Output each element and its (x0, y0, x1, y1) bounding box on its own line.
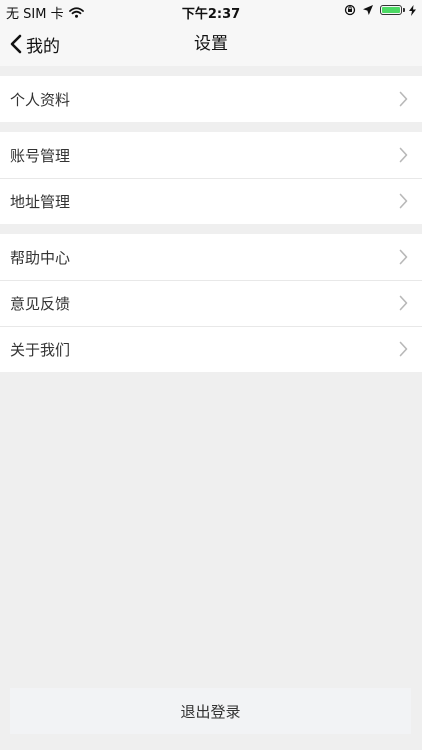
chevron-right-icon (399, 249, 408, 265)
chevron-right-icon (399, 341, 408, 357)
settings-item-label: 地址管理 (10, 192, 71, 211)
status-right (344, 4, 416, 16)
settings-item-help[interactable]: 帮助中心 (0, 234, 422, 280)
page-title: 设置 (194, 34, 228, 54)
settings-item-label: 账号管理 (10, 146, 71, 165)
settings-item-feedback[interactable]: 意见反馈 (0, 280, 422, 326)
settings-item-label: 关于我们 (10, 340, 71, 359)
orientation-lock-icon (344, 4, 356, 16)
charging-bolt-icon (409, 4, 416, 16)
settings-group-support: 帮助中心 意见反馈 关于我们 (0, 234, 422, 372)
battery-level (382, 7, 400, 13)
status-bar: 无 SIM 卡 下午2:37 (0, 0, 422, 22)
settings-item-label: 帮助中心 (10, 248, 71, 267)
chevron-right-icon (399, 193, 408, 209)
settings-group-profile: 个人资料 (0, 76, 422, 122)
battery-cap (403, 8, 405, 12)
settings-item-about[interactable]: 关于我们 (0, 326, 422, 372)
settings-item-label: 个人资料 (10, 90, 71, 109)
chevron-right-icon (399, 147, 408, 163)
settings-item-account[interactable]: 账号管理 (0, 132, 422, 178)
chevron-right-icon (399, 91, 408, 107)
settings-item-address[interactable]: 地址管理 (0, 178, 422, 224)
settings-item-label: 意见反馈 (10, 294, 71, 313)
settings-screen: 无 SIM 卡 下午2:37 我的 设置 个人资料 账号管理 地址管理 帮助中心… (0, 0, 422, 750)
battery-icon (380, 5, 405, 15)
nav-bar: 我的 设置 (0, 22, 422, 66)
logout-button[interactable]: 退出登录 (10, 688, 411, 734)
chevron-right-icon (399, 295, 408, 311)
settings-group-account: 账号管理 地址管理 (0, 132, 422, 224)
settings-item-profile[interactable]: 个人资料 (0, 76, 422, 122)
location-arrow-icon (363, 5, 373, 15)
